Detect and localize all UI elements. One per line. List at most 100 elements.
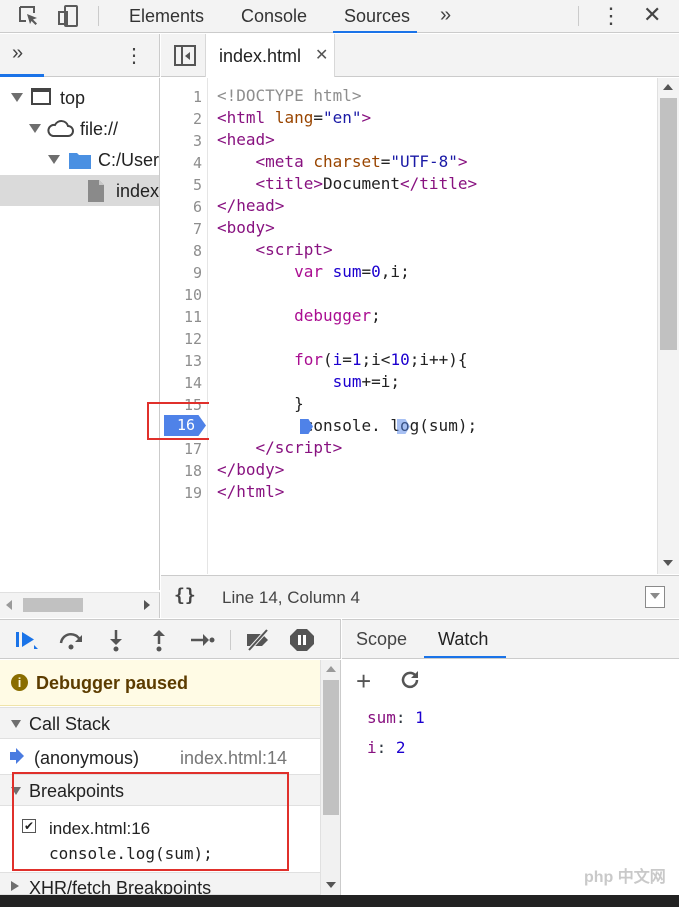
section-title: Call Stack — [29, 714, 111, 734]
section-title: XHR/fetch Breakpoints — [29, 878, 212, 895]
code-line-14: sum+=i; — [332, 372, 401, 391]
deactivate-breakpoints-icon[interactable] — [244, 627, 272, 653]
debugger-toolbar — [0, 619, 341, 659]
scroll-left-icon[interactable] — [6, 600, 12, 610]
devtools-toolbar: Elements Console Sources » ⋮ ✕ — [0, 0, 679, 33]
device-toolbar-icon[interactable] — [56, 4, 82, 28]
editor-tab-label: index.html — [219, 46, 302, 66]
double-chevron-right-icon[interactable]: » — [440, 4, 451, 27]
toggle-navigator-icon[interactable] — [174, 45, 196, 66]
watch-name: sum — [367, 708, 396, 727]
code-line-19: </html> — [217, 482, 285, 501]
tab-sources[interactable]: Sources — [344, 6, 410, 27]
double-chevron-right-icon[interactable]: » — [12, 42, 23, 65]
scroll-thumb[interactable] — [323, 680, 339, 815]
tab-watch[interactable]: Watch — [438, 629, 488, 650]
line-number-gutter[interactable]: 1 2 3 4 5 6 7 8 9 10 11 12 13 14 15 17 1… — [161, 78, 208, 574]
editor-file-tab[interactable]: index.html ✕ — [205, 34, 335, 77]
step-out-icon[interactable] — [145, 627, 173, 653]
pause-on-exceptions-icon[interactable] — [288, 627, 316, 653]
tree-item-top[interactable]: top — [0, 82, 159, 113]
watch-value: 1 — [415, 708, 425, 727]
scroll-up-icon[interactable] — [663, 84, 673, 90]
line-number[interactable]: 12 — [184, 330, 202, 348]
code-line-1: <!DOCTYPE html> — [217, 86, 362, 105]
tab-elements[interactable]: Elements — [129, 6, 204, 27]
line-number[interactable]: 17 — [184, 440, 202, 458]
watermark: php 中文网 — [584, 869, 666, 886]
call-frame-name: (anonymous) — [34, 748, 140, 768]
step-over-icon[interactable] — [57, 627, 85, 653]
code-line-5: <title>Document</title> — [255, 174, 478, 193]
chevron-down-icon — [29, 124, 41, 133]
add-watch-icon[interactable]: + — [356, 666, 371, 697]
resume-icon[interactable] — [13, 627, 41, 653]
line-number[interactable]: 18 — [184, 462, 202, 480]
code-line-11: debugger; — [294, 306, 381, 325]
watch-panel: + sum: 1 i: 2 php 中文网 — [342, 660, 679, 895]
tree-item-index[interactable]: index — [0, 175, 159, 207]
scroll-thumb[interactable] — [660, 98, 677, 350]
active-tab-indicator — [333, 31, 417, 33]
tree-item-file[interactable]: file:// — [0, 113, 159, 144]
tree-item-folder[interactable]: C:/User — [0, 144, 159, 175]
line-number[interactable]: 8 — [193, 242, 202, 260]
navigator-horizontal-scrollbar[interactable] — [0, 592, 160, 618]
cursor-position: Line 14, Column 4 — [222, 588, 360, 607]
code-line-8: <script> — [255, 240, 333, 259]
info-icon: i — [11, 674, 28, 691]
code-line-16: console. log(sum); — [217, 416, 478, 435]
code-line-7: <body> — [217, 218, 275, 237]
tab-console[interactable]: Console — [241, 6, 307, 27]
tree-item-label: file:// — [80, 119, 119, 139]
scroll-down-icon[interactable] — [326, 882, 336, 888]
chevron-down-icon — [11, 93, 23, 102]
code-line-9: var sum=0,i; — [294, 262, 410, 281]
scroll-thumb[interactable] — [23, 598, 83, 612]
editor-status-bar: {} Line 14, Column 4 — [161, 575, 679, 618]
os-taskbar — [0, 895, 679, 907]
line-number[interactable]: 3 — [193, 132, 202, 150]
toolbar-divider — [578, 6, 579, 26]
pretty-print-icon[interactable]: {} — [174, 585, 196, 606]
call-frame-location: index.html:14 — [180, 748, 288, 768]
line-number[interactable]: 4 — [193, 154, 202, 172]
line-number[interactable]: 13 — [184, 352, 202, 370]
watch-name: i — [367, 738, 377, 757]
coverage-icon[interactable] — [645, 586, 665, 608]
line-number[interactable]: 5 — [193, 176, 202, 194]
line-number[interactable]: 9 — [193, 264, 202, 282]
file-icon — [88, 180, 104, 207]
line-number[interactable]: 10 — [184, 286, 202, 304]
scroll-down-icon[interactable] — [663, 560, 673, 566]
call-stack-section-header[interactable]: Call Stack — [0, 707, 320, 739]
line-number[interactable]: 1 — [193, 88, 202, 106]
tab-scope[interactable]: Scope — [356, 629, 407, 650]
line-number[interactable]: 11 — [184, 308, 202, 326]
code-line-2: <html lang="en"> — [217, 108, 372, 127]
step-icon[interactable] — [188, 627, 216, 653]
inspect-element-icon[interactable] — [16, 4, 42, 28]
paused-message: Debugger paused — [36, 673, 189, 693]
step-into-icon[interactable] — [102, 627, 130, 653]
line-number[interactable]: 19 — [184, 484, 202, 502]
navigator-header: » ⋮ — [0, 34, 160, 77]
xhr-breakpoints-section-header[interactable]: XHR/fetch Breakpoints — [0, 872, 320, 895]
close-icon[interactable]: ✕ — [643, 2, 661, 28]
line-number[interactable]: 7 — [193, 220, 202, 238]
call-frame-row[interactable]: (anonymous) index.html:14 — [0, 740, 320, 773]
kebab-menu-icon[interactable]: ⋮ — [600, 3, 622, 29]
scroll-up-icon[interactable] — [326, 666, 336, 672]
scroll-right-icon[interactable] — [144, 600, 150, 610]
line-number[interactable]: 2 — [193, 110, 202, 128]
watch-expression[interactable]: sum: 1 — [367, 708, 425, 727]
watch-expression[interactable]: i: 2 — [367, 738, 406, 757]
refresh-icon[interactable] — [399, 669, 421, 696]
code-line-3: <head> — [217, 130, 275, 149]
close-tab-icon[interactable]: ✕ — [315, 45, 328, 65]
code-editor[interactable]: <!DOCTYPE html> <html lang="en"> <head> … — [209, 78, 657, 574]
annotation-highlight-box — [12, 772, 289, 871]
kebab-menu-icon[interactable]: ⋮ — [124, 43, 144, 68]
line-number[interactable]: 14 — [184, 374, 202, 392]
line-number[interactable]: 6 — [193, 198, 202, 216]
